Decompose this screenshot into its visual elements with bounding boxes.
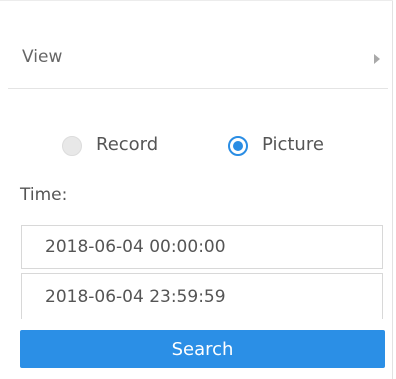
top-divider [0,0,393,1]
start-time-input[interactable] [21,225,383,269]
search-panel: View Record Picture Time: Search [0,0,393,379]
mode-radio-group: Record Picture [0,130,393,164]
caret-right-icon [374,54,380,64]
view-section-header[interactable]: View [0,34,393,88]
radio-label-picture: Picture [262,134,324,155]
end-time-input[interactable] [21,273,383,319]
radio-checked-icon[interactable] [228,136,248,156]
view-label: View [22,47,63,67]
time-label: Time: [20,185,68,205]
section-divider [8,88,388,89]
search-button[interactable]: Search [20,330,385,368]
radio-label-record: Record [96,134,159,155]
radio-unchecked-icon[interactable] [62,136,82,156]
